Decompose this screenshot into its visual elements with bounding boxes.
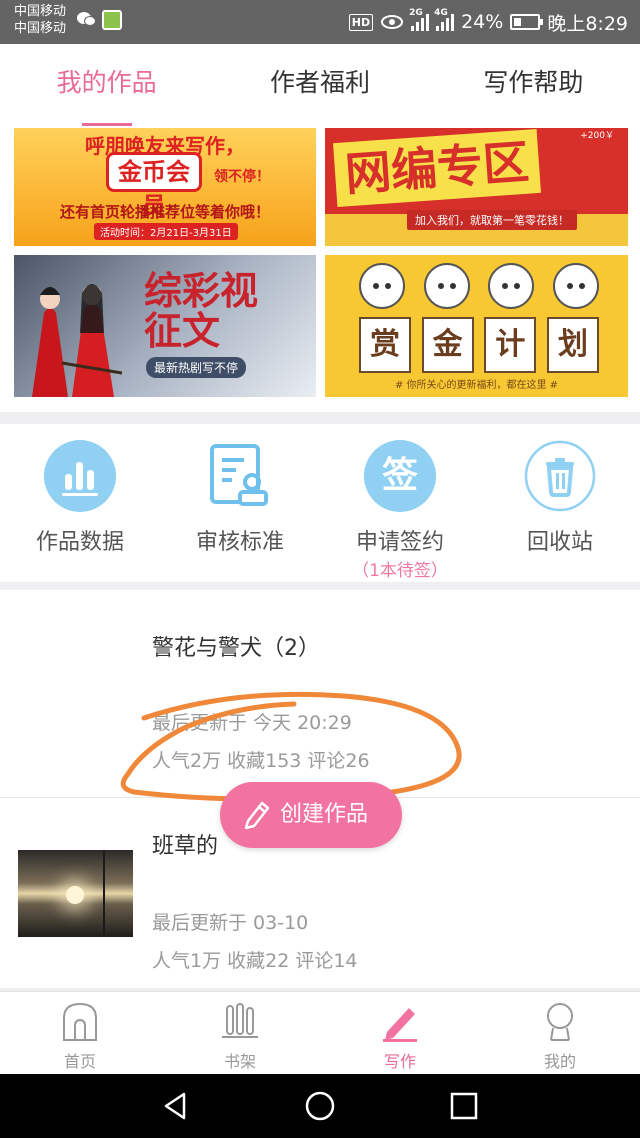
banner-grid: 呼朋唤友来写作， 金币会员 领不停！ 还有首页轮播推荐位等着你哦！ 活动时间：2…: [0, 128, 640, 412]
work-last-updated: 最后更新于 今天 20:29: [152, 712, 352, 734]
bottom-tab-me[interactable]: 我的: [480, 992, 640, 1074]
carrier-labels: 中国移动 中国移动: [14, 3, 66, 37]
action-recycle-bin[interactable]: 回收站: [480, 424, 640, 582]
banner-3-title-line1: 综彩视: [144, 269, 259, 313]
carrier-2: 中国移动: [14, 21, 67, 36]
banner-coin-member[interactable]: 呼朋唤友来写作， 金币会员 领不停！ 还有首页轮播推荐位等着你哦！ 活动时间：2…: [14, 128, 316, 246]
banner-1-badge: 金币会员: [106, 152, 202, 220]
banner-4-char: 金: [421, 317, 474, 373]
banner-4-footer: # 你所关心的更新福利，都在这里 #: [394, 380, 559, 391]
status-indicators: HD 2G 4G 24% 晚上8:29: [348, 0, 628, 44]
create-work-label: 创建作品: [280, 802, 369, 827]
work-cover-image: [18, 850, 133, 937]
banner-2-corner: +200￥: [580, 131, 614, 141]
bottom-tab-home[interactable]: 首页: [0, 992, 160, 1074]
back-triangle-icon[interactable]: [160, 1090, 192, 1122]
bottom-tab-label: 我的: [543, 1052, 576, 1071]
pencil-icon: [244, 801, 270, 829]
home-circle-icon[interactable]: [304, 1090, 336, 1122]
battery-icon: [510, 14, 544, 30]
action-label: 回收站: [526, 530, 593, 555]
status-bar: 中国移动 中国移动 HD 2G 4G 24% 晚上8:29: [0, 0, 640, 44]
work-stats: 人气1万 收藏22 评论14: [152, 950, 358, 972]
cat-icon: [552, 263, 599, 309]
banner-bounty-plan[interactable]: 赏 金 计 划 # 你所关心的更新福利，都在这里 #: [325, 255, 628, 397]
eye-icon: [381, 15, 404, 29]
write-pencil-icon: [383, 1008, 417, 1042]
banner-3-title-line2: 征文: [144, 309, 221, 353]
banner-1-line3: 还有首页轮播推荐位等着你哦！: [59, 203, 270, 221]
banner-3-tagline: 最新热剧写不停: [146, 357, 247, 378]
action-label: 审核标准: [195, 530, 284, 555]
trash-icon: [524, 440, 596, 512]
bottom-tab-label: 首页: [63, 1052, 96, 1071]
work-title: 班草的: [152, 834, 219, 859]
hd-badge: HD: [348, 13, 374, 31]
action-label: 作品数据: [35, 530, 124, 555]
banner-1-line2: 领不停！: [214, 169, 270, 185]
banner-4-char: 计: [484, 317, 537, 373]
tab-my-works[interactable]: 我的作品: [0, 44, 213, 128]
sign-contract-icon: 签: [364, 440, 436, 512]
action-review-standard[interactable]: 审核标准: [160, 424, 320, 582]
banner-1-date: 活动时间：2月21日-3月31日: [94, 223, 238, 240]
bottom-tab-bar: 首页 书架 写作 我的: [0, 991, 640, 1074]
cat-icon: [488, 263, 535, 309]
cat-illustrations: [359, 263, 599, 323]
action-apply-contract[interactable]: 签 申请签约 （1本待签）: [320, 424, 480, 582]
banner-3-title: 综彩视 征文: [144, 271, 258, 351]
signal-icon-2: 4G: [434, 8, 455, 31]
bottom-tab-label: 书架: [223, 1052, 256, 1071]
work-stats: 人气2万 收藏153 评论26: [152, 750, 370, 772]
bottom-tab-write[interactable]: 写作: [320, 992, 480, 1074]
action-label: 申请签约: [355, 530, 444, 555]
tab-writing-help[interactable]: 写作帮助: [427, 44, 640, 128]
battery-percent: 24%: [461, 11, 504, 33]
home-icon: [63, 1002, 97, 1041]
bottom-tab-label: 写作: [383, 1052, 416, 1071]
pending-sign-count: （1本待签）: [352, 561, 448, 581]
banner-4-char: 赏: [359, 317, 411, 373]
banner-drama-contest[interactable]: 综彩视 征文 最新热剧写不停: [14, 255, 316, 397]
banner-4-title: 赏 金 计 划: [359, 317, 599, 373]
top-tab-bar: 我的作品 作者福利 写作帮助: [0, 44, 640, 128]
cat-icon: [423, 263, 470, 309]
signal-tag-1: 2G: [409, 8, 423, 18]
recents-square-icon[interactable]: [448, 1090, 480, 1122]
quick-actions: 作品数据 审核标准 签 申请签约 （1本待签） 回收站: [0, 424, 640, 582]
work-title: 警花与警犬（2）: [152, 636, 320, 661]
wechat-icon: [77, 12, 96, 26]
banner-editor-zone[interactable]: +200￥ 网编专区 加入我们，就取第一笔零花钱！: [325, 128, 628, 246]
work-item[interactable]: 警花与警犬（2） 最后更新于 今天 20:29 人气2万 收藏153 评论26: [0, 590, 640, 798]
action-work-data[interactable]: 作品数据: [0, 424, 160, 582]
carrier-1: 中国移动: [14, 4, 67, 19]
banner-4-char: 划: [546, 317, 599, 373]
review-document-icon: [210, 444, 268, 506]
clock: 晚上8:29: [547, 12, 628, 35]
work-last-updated: 最后更新于 03-10: [152, 912, 309, 934]
signal-icon-1: 2G: [409, 8, 430, 31]
app-notification-icon: [102, 10, 122, 30]
bottom-tab-bookshelf[interactable]: 书架: [160, 992, 320, 1074]
costume-figures-illustration: [32, 284, 122, 397]
cat-icon: [359, 263, 405, 309]
profile-icon: [547, 1003, 573, 1041]
banner-2-tagline: 加入我们，就取第一笔零花钱！: [407, 210, 577, 230]
signal-tag-2: 4G: [434, 8, 448, 18]
tab-author-benefits[interactable]: 作者福利: [213, 44, 426, 128]
bookshelf-icon: [222, 1003, 258, 1038]
bar-chart-icon: [44, 440, 116, 512]
system-nav-bar: [0, 1074, 640, 1138]
create-work-button[interactable]: 创建作品: [220, 782, 402, 848]
